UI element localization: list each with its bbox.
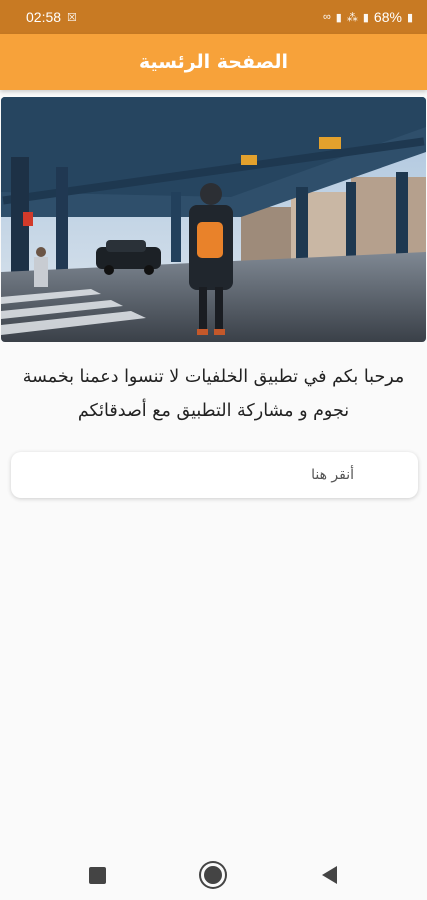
hero-image — [1, 97, 426, 342]
recents-button[interactable] — [78, 855, 118, 895]
battery-percent: 68% — [373, 9, 402, 25]
wifi-icon: ⁂ — [346, 11, 358, 24]
back-triangle-icon — [321, 866, 337, 884]
tap-here-button[interactable]: أنقر هنا — [11, 452, 418, 498]
back-button[interactable] — [309, 855, 349, 895]
battery-icon: ▮ — [406, 11, 413, 24]
notification-icon: ☒ — [67, 11, 77, 24]
city-street-photo — [1, 97, 426, 342]
link-icon: ∞ — [322, 11, 331, 23]
signal-icon: ▮ — [335, 11, 342, 24]
navigation-bar — [0, 850, 427, 900]
welcome-message: مرحبا بكم في تطبيق الخلفيات لا تنسوا دعم… — [22, 367, 405, 421]
status-bar: 02:58 ☒ ∞ ▮ ⁂ ▮ 68% ▮ — [0, 0, 427, 34]
circle-icon — [201, 863, 226, 887]
app-bar: الصفحة الرئسية — [0, 34, 427, 90]
page-title: الصفحة الرئسية — [138, 51, 289, 73]
tap-here-label: أنقر هنا — [311, 467, 354, 483]
home-button[interactable] — [193, 855, 233, 895]
square-icon — [89, 866, 107, 884]
status-time: 02:58 — [26, 9, 62, 25]
signal-strength-icon: ▮ — [362, 11, 369, 24]
